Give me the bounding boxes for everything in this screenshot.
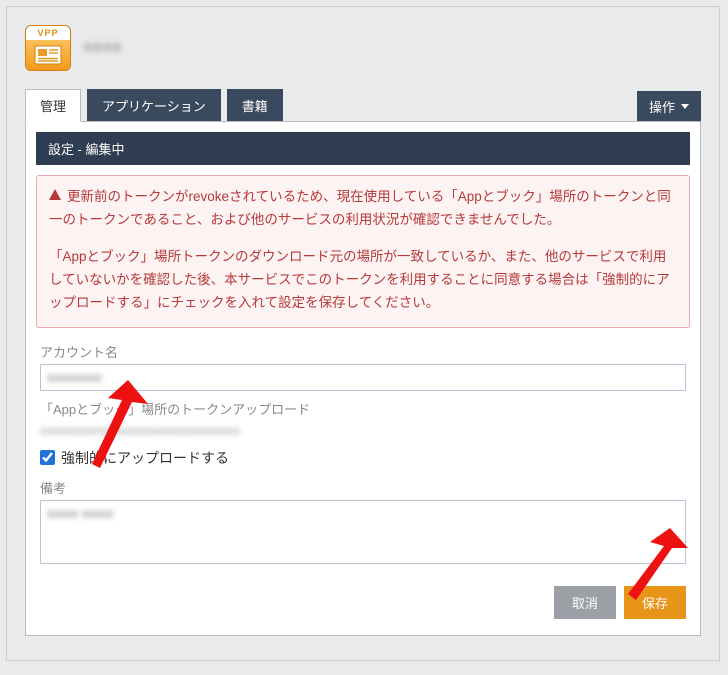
vpp-icon: VPP <box>25 25 71 71</box>
force-upload-checkbox[interactable] <box>40 450 55 465</box>
operation-label: 操作 <box>649 97 675 116</box>
panel-title: 設定 - 編集中 <box>36 132 690 165</box>
token-upload-label: 「Appとブック」場所のトークンアップロード <box>40 399 686 418</box>
tab-books[interactable]: 書籍 <box>227 89 283 122</box>
operation-dropdown[interactable]: 操作 <box>637 91 701 122</box>
tab-manage[interactable]: 管理 <box>25 89 81 122</box>
header: VPP ■■■■ <box>25 25 701 71</box>
chevron-down-icon <box>681 104 689 109</box>
form: アカウント名 ■■■■■■■ 「Appとブック」場所のトークンアップロード ■■… <box>36 342 690 619</box>
save-button[interactable]: 保存 <box>624 586 686 619</box>
alert-text-2: 「Appとブック」場所トークンのダウンロード元の場所が一致しているか、また、他の… <box>49 246 677 315</box>
account-name-input[interactable]: ■■■■■■■ <box>40 364 686 391</box>
notes-textarea[interactable]: ■■■■ ■■■■ <box>40 500 686 564</box>
alert-text-1: 更新前のトークンがrevokeされているため、現在使用している「Appとブック」… <box>49 189 671 227</box>
force-upload-label[interactable]: 強制的にアップロードする <box>61 448 229 468</box>
app-frame: VPP ■■■■ 管理 アプリケーション 書籍 操作 <box>6 6 720 661</box>
warning-alert: 更新前のトークンがrevokeされているため、現在使用している「Appとブック」… <box>36 175 690 328</box>
cancel-button[interactable]: 取消 <box>554 586 616 619</box>
token-file-name: ■■■■■■■■■■■■■■■■■■■■■■■■ <box>40 421 686 444</box>
tabbar: 管理 アプリケーション 書籍 操作 <box>25 89 701 122</box>
page-title: ■■■■ <box>83 39 122 57</box>
tab-applications[interactable]: アプリケーション <box>87 89 221 122</box>
vpp-icon-badge: VPP <box>26 26 70 40</box>
warning-icon <box>49 189 61 200</box>
account-name-label: アカウント名 <box>40 342 686 361</box>
settings-panel: 設定 - 編集中 更新前のトークンがrevokeされているため、現在使用している… <box>25 121 701 636</box>
notes-label: 備考 <box>40 478 686 497</box>
